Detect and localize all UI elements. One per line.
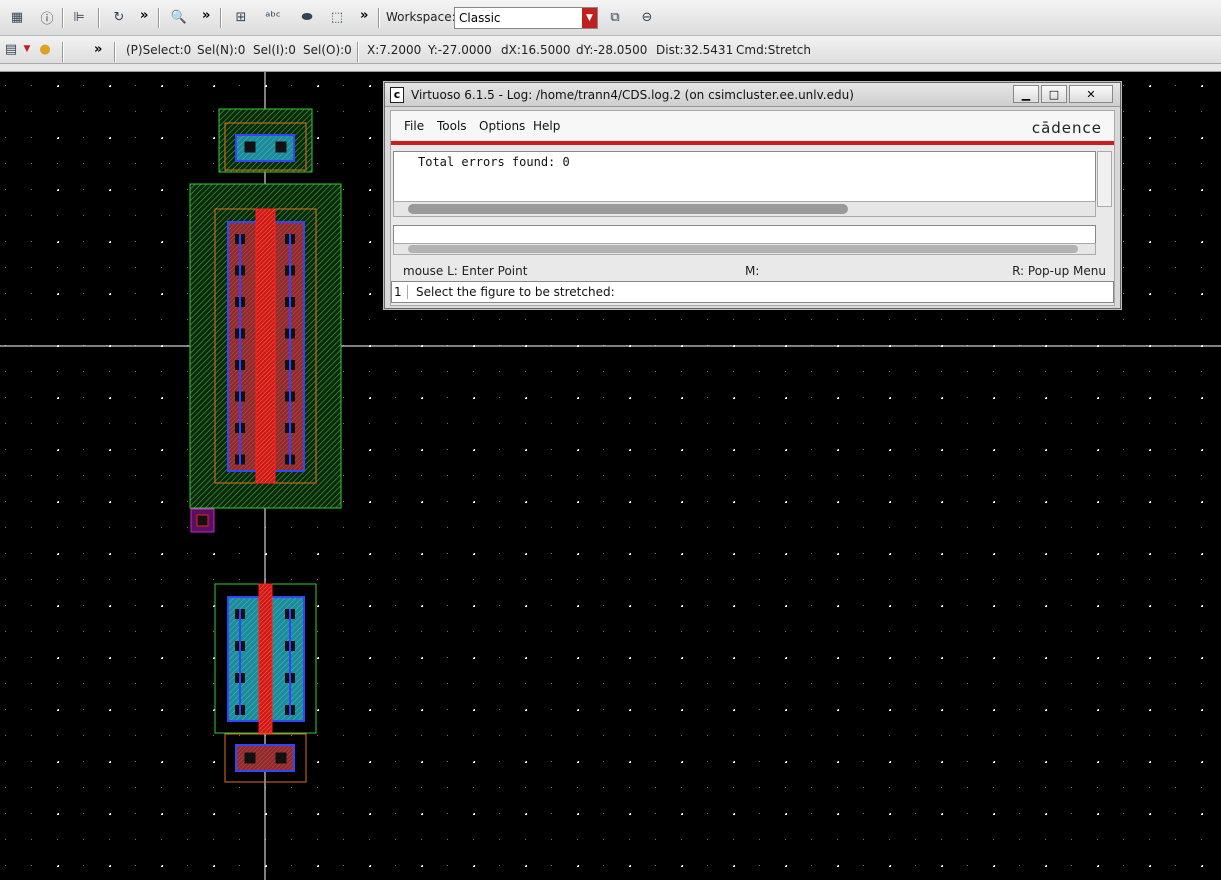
delete-workspace-icon[interactable]: ⊖ xyxy=(636,6,658,28)
log-window[interactable]: c Virtuoso 6.1.5 - Log: /home/trann4/CDS… xyxy=(384,82,1121,309)
log-output[interactable]: Total errors found: 0 xyxy=(393,151,1096,207)
select-icon[interactable]: ⬚ xyxy=(326,6,348,28)
align-icon[interactable]: ⊫ xyxy=(68,6,90,28)
save-workspace-icon[interactable]: ⧉ xyxy=(604,6,626,28)
toolbar-separator xyxy=(357,42,359,62)
minimize-icon[interactable]: ▁ xyxy=(1013,85,1039,103)
status-cmd: Cmd:Stretch xyxy=(736,43,812,57)
status-dy: dY:-28.0500 xyxy=(576,43,648,57)
toolbar-separator xyxy=(220,8,222,28)
toolbar-overflow-button[interactable]: » xyxy=(140,8,148,23)
lightbulb-icon[interactable]: ● xyxy=(34,38,56,60)
status-selo: Sel(O):0 xyxy=(303,43,352,57)
command-horizontal-scrollbar[interactable] xyxy=(393,243,1096,255)
toolbar-overflow-button[interactable]: » xyxy=(202,8,210,23)
scrollbar-thumb[interactable] xyxy=(408,204,848,214)
mouse-right-hint: R: Pop-up Menu xyxy=(1012,264,1106,278)
command-input[interactable] xyxy=(393,225,1096,245)
cadence-app-icon: c xyxy=(390,87,404,103)
toolbar-divider xyxy=(0,64,1221,72)
status-dx: dX:16.5000 xyxy=(501,43,571,57)
create-pin-icon[interactable]: ⬬ xyxy=(296,6,318,28)
mouse-left-hint: mouse L: Enter Point xyxy=(403,264,528,278)
poly-contact[interactable] xyxy=(190,508,215,533)
toolbar-overflow-button[interactable]: » xyxy=(94,42,102,57)
info-icon[interactable]: ⓘ xyxy=(36,6,58,28)
toolbar-separator xyxy=(62,42,64,62)
menu-options[interactable]: Options xyxy=(479,119,525,133)
scrollbar-thumb[interactable] xyxy=(408,245,1078,253)
toolbar-separator xyxy=(98,8,100,28)
log-horizontal-scrollbar[interactable] xyxy=(393,201,1096,217)
log-menubar: File Tools Options Help cādence xyxy=(391,111,1114,140)
mouse-middle-hint: M: xyxy=(745,264,760,278)
toolbar-separator xyxy=(114,42,116,62)
workspace-label: Workspace: xyxy=(386,10,456,24)
pmos-transistor[interactable] xyxy=(189,183,342,509)
toolbar-separator xyxy=(62,8,64,28)
nwell-tap[interactable] xyxy=(218,108,313,173)
prompt-bar: 1 Select the figure to be stretched: xyxy=(391,281,1114,303)
close-icon[interactable]: ✕ xyxy=(1069,85,1113,103)
main-toolbar: ▦ ⓘ ⊫ ↻ » 🔍 » ⊞ ᵃᵇᶜ ⬬ ⬚ » Workspace: Cla… xyxy=(0,0,1221,36)
toolbar-overflow-button[interactable]: » xyxy=(360,8,368,23)
maximize-icon[interactable]: □ xyxy=(1041,85,1067,103)
menu-file[interactable]: File xyxy=(404,119,424,133)
create-instance-icon[interactable]: ⊞ xyxy=(230,6,252,28)
menu-tools[interactable]: Tools xyxy=(437,119,467,133)
create-label-icon[interactable]: ᵃᵇᶜ xyxy=(262,6,284,28)
workspace-value: Classic xyxy=(459,11,501,25)
log-line: Total errors found: 0 xyxy=(418,155,570,169)
nmos-transistor[interactable] xyxy=(214,583,317,734)
status-dist: Dist:32.5431 xyxy=(656,43,734,57)
log-content: File Tools Options Help cādence Total er… xyxy=(390,110,1115,306)
status-seln: Sel(N):0 xyxy=(197,43,246,57)
zoom-icon[interactable]: 🔍 xyxy=(168,6,190,28)
log-vertical-scrollbar[interactable] xyxy=(1097,151,1112,207)
menu-help[interactable]: Help xyxy=(533,119,560,133)
status-y: Y:-27.0000 xyxy=(428,43,492,57)
toolbar-separator xyxy=(158,8,160,28)
chevron-down-icon[interactable]: ▼ xyxy=(582,8,597,28)
prompt-number: 1 xyxy=(394,285,408,299)
refresh-icon[interactable]: ↻ xyxy=(108,6,130,28)
workspace-select[interactable]: Classic ▼ xyxy=(454,7,598,29)
brand-bar xyxy=(391,141,1114,145)
log-window-title: Virtuoso 6.1.5 - Log: /home/trann4/CDS.l… xyxy=(411,88,854,102)
prompt-text: Select the figure to be stretched: xyxy=(416,285,615,299)
toolbar-separator xyxy=(378,8,380,28)
status-seli: Sel(I):0 xyxy=(253,43,296,57)
layer-palette-icon[interactable]: ▦ xyxy=(6,6,28,28)
cadence-logo: cādence xyxy=(1031,119,1102,137)
mouse-bindings-bar: mouse L: Enter Point M: R: Pop-up Menu xyxy=(391,261,1114,281)
log-window-titlebar[interactable]: c Virtuoso 6.1.5 - Log: /home/trann4/CDS… xyxy=(385,83,1120,107)
status-psel: (P)Select:0 xyxy=(126,43,192,57)
status-x: X:7.2000 xyxy=(367,43,422,57)
